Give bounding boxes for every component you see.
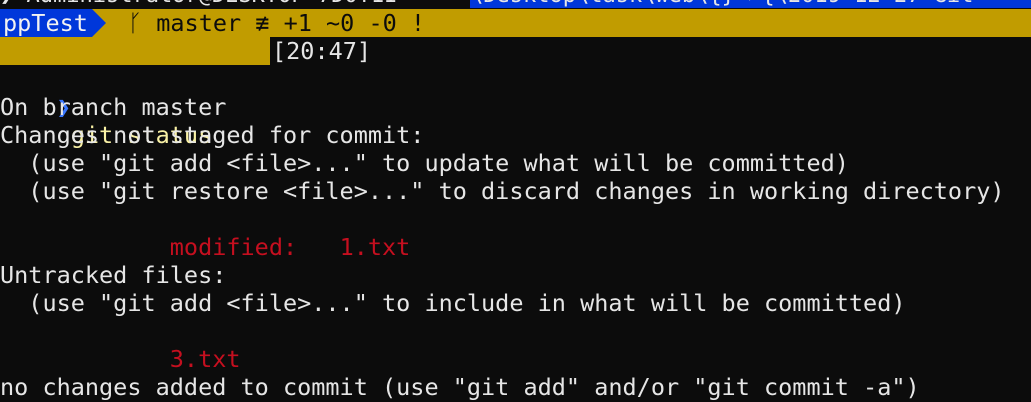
prompt-cwd-segment: \Desktop\task\web\{}=>{\2019-12-27-Git (470, 0, 1031, 8)
prompt-fill-bar (452, 9, 1031, 37)
terminal-window[interactable]: ❯ Administrator@DESKTOP-7D0T1I \Desktop\… (0, 0, 1031, 402)
prompt-git-status-segment: ᚴ master ≢ +1 ~0 -0 ! (106, 9, 466, 37)
command-line[interactable]: ❯ git status (0, 65, 213, 149)
modified-file-name: 1.txt (339, 233, 411, 261)
powerline-arrow-icon (466, 9, 480, 37)
prompt-repo-segment: ppTest (0, 9, 92, 37)
output-line: Changes not staged for commit: (0, 121, 425, 149)
modified-file-line: modified: 1.txt (0, 205, 411, 261)
output-line: Untracked files: (0, 261, 227, 289)
output-line: (use "git add <file>..." to include in w… (0, 289, 906, 317)
prompt-time: [20:47] (272, 37, 372, 65)
untracked-indent (57, 345, 170, 373)
untracked-file-name: 3.txt (169, 345, 241, 373)
prompt-time-fill-bar (0, 37, 270, 65)
powerline-arrow-icon (92, 9, 106, 37)
output-line: On branch master (0, 93, 227, 121)
prompt-user-host-segment: ❯ Administrator@DESKTOP-7D0T1I (0, 0, 470, 8)
output-line: (use "git restore <file>..." to discard … (0, 177, 1005, 205)
modified-label: modified: (56, 233, 340, 261)
untracked-file-line: 3.txt (0, 317, 241, 373)
output-line: no changes added to commit (use "git add… (0, 373, 920, 401)
output-line: (use "git add <file>..." to update what … (0, 149, 849, 177)
